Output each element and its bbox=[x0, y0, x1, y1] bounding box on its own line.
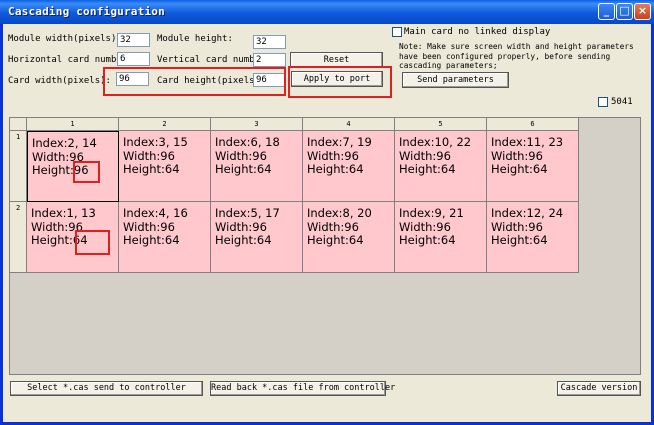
cell-index: Index:11, 23 bbox=[491, 135, 564, 149]
window-title: Cascading configuration bbox=[8, 5, 165, 18]
module-height-label: Module height: bbox=[157, 34, 233, 44]
vertical-card-field[interactable]: 2 bbox=[253, 53, 286, 67]
cell-width: Width:96 bbox=[491, 219, 543, 234]
cell-index: Index:9, 21 bbox=[399, 206, 464, 220]
horizontal-card-label: Horizontal card number: bbox=[8, 55, 133, 65]
cell-index: Index:1, 13 bbox=[31, 206, 96, 220]
cell-index: Index:2, 14 bbox=[32, 136, 97, 150]
cell-height: Height:64 bbox=[123, 233, 180, 247]
read-back-button[interactable]: Read back *.cas file from controller bbox=[210, 381, 395, 396]
cell-width: Width:96 bbox=[215, 219, 267, 234]
cell-width: Width:96 bbox=[491, 148, 543, 163]
apply-highlight bbox=[288, 66, 392, 98]
row-header[interactable]: 1 bbox=[10, 131, 27, 202]
horizontal-card-field[interactable]: 6 bbox=[117, 52, 150, 66]
title-bar[interactable]: Cascading configuration _ □ × bbox=[0, 0, 654, 24]
close-button[interactable]: × bbox=[634, 3, 651, 20]
cell-height: Height:64 bbox=[307, 233, 364, 247]
grid-cell[interactable]: Index:3, 15 Width:96 Height:64 bbox=[119, 131, 211, 202]
minimize-button[interactable]: _ bbox=[598, 3, 615, 20]
grid-cell[interactable]: Index:4, 16 Width:96 Height:64 bbox=[119, 202, 211, 273]
grid-cell[interactable]: Index:12, 24 Width:96 Height:64 bbox=[487, 202, 579, 273]
main-card-checkbox[interactable] bbox=[392, 27, 402, 37]
cell-height: Height:64 bbox=[307, 162, 364, 176]
grid-cell[interactable]: Index:11, 23 Width:96 Height:64 bbox=[487, 131, 579, 202]
send-parameters-button[interactable]: Send parameters bbox=[402, 72, 509, 88]
col-header[interactable]: 3 bbox=[211, 118, 303, 131]
grid-cell[interactable]: Index:6, 18 Width:96 Height:64 bbox=[211, 131, 303, 202]
height-value-highlight bbox=[73, 161, 100, 183]
maximize-button[interactable]: □ bbox=[616, 3, 633, 20]
cascade-version-button[interactable]: Cascade version bbox=[557, 381, 641, 396]
grid-cell[interactable]: Index:5, 17 Width:96 Height:64 bbox=[211, 202, 303, 273]
cell-width: Width:96 bbox=[215, 148, 267, 163]
cell-index: Index:12, 24 bbox=[491, 206, 564, 220]
opt-5041-checkbox[interactable] bbox=[598, 97, 608, 107]
main-card-label: Main card no linked display bbox=[404, 27, 551, 37]
col-header[interactable]: 5 bbox=[395, 118, 487, 131]
cell-width: Width:96 bbox=[307, 219, 359, 234]
module-width-label: Module width(pixels): bbox=[8, 34, 122, 44]
grid-cell[interactable]: Index:7, 19 Width:96 Height:64 bbox=[303, 131, 395, 202]
cell-height: Height:64 bbox=[399, 162, 456, 176]
grid-cell[interactable]: Index:8, 20 Width:96 Height:64 bbox=[303, 202, 395, 273]
cell-index: Index:3, 15 bbox=[123, 135, 188, 149]
height-value-highlight bbox=[75, 230, 110, 255]
cell-index: Index:10, 22 bbox=[399, 135, 472, 149]
cell-height: Height:64 bbox=[491, 233, 548, 247]
col-header[interactable]: 6 bbox=[487, 118, 579, 131]
row-header[interactable]: 2 bbox=[10, 202, 27, 273]
cell-height: Height:64 bbox=[215, 233, 272, 247]
note-text: Note: Make sure screen width and height … bbox=[399, 42, 634, 70]
col-header[interactable]: 4 bbox=[303, 118, 395, 131]
cell-index: Index:5, 17 bbox=[215, 206, 280, 220]
grid-cell[interactable]: Index:10, 22 Width:96 Height:64 bbox=[395, 131, 487, 202]
col-header[interactable]: 1 bbox=[27, 118, 119, 131]
cell-width: Width:96 bbox=[307, 148, 359, 163]
cell-height: Height:64 bbox=[123, 162, 180, 176]
cell-width: Width:96 bbox=[399, 219, 451, 234]
col-header[interactable]: 2 bbox=[119, 118, 211, 131]
cell-index: Index:6, 18 bbox=[215, 135, 280, 149]
grid-corner bbox=[10, 118, 27, 131]
cell-width: Width:96 bbox=[123, 148, 175, 163]
select-send-button[interactable]: Select *.cas send to controller bbox=[10, 381, 203, 396]
cell-height: Height:64 bbox=[491, 162, 548, 176]
cell-index: Index:7, 19 bbox=[307, 135, 372, 149]
grid-cell[interactable]: Index:9, 21 Width:96 Height:64 bbox=[395, 202, 487, 273]
opt-5041-label: 5041 bbox=[611, 97, 633, 107]
cell-height: Height:64 bbox=[215, 162, 272, 176]
cell-height: Height:64 bbox=[399, 233, 456, 247]
cell-index: Index:4, 16 bbox=[123, 206, 188, 220]
module-width-field[interactable]: 32 bbox=[117, 33, 150, 47]
cell-width: Width:96 bbox=[123, 219, 175, 234]
cell-width: Width:96 bbox=[399, 148, 451, 163]
cell-index: Index:8, 20 bbox=[307, 206, 372, 220]
card-width-label: Card width(pixels): bbox=[8, 76, 111, 86]
card-size-highlight bbox=[103, 67, 286, 96]
module-height-field[interactable]: 32 bbox=[253, 35, 286, 49]
